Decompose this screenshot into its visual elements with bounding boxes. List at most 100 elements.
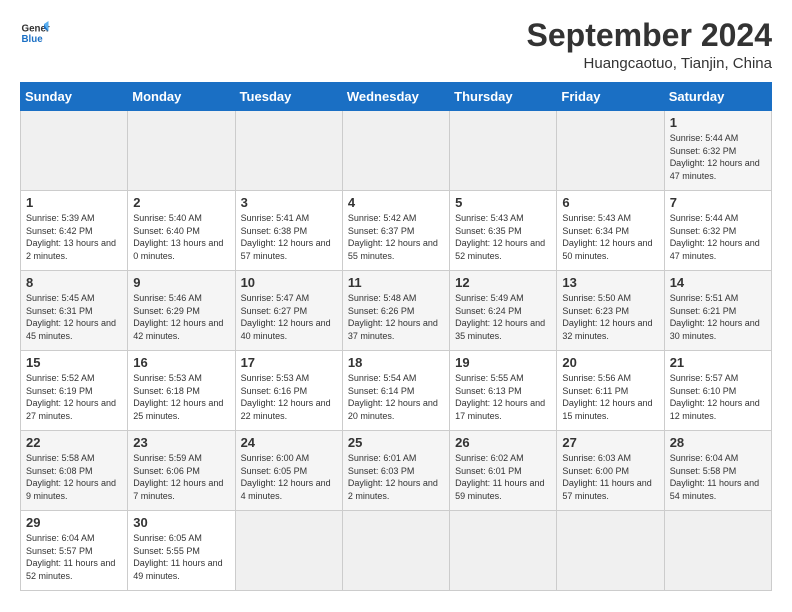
calendar-cell: 25 Sunrise: 6:01 AMSunset: 6:03 PMDaylig… <box>342 431 449 511</box>
calendar-cell: 4 Sunrise: 5:42 AMSunset: 6:37 PMDayligh… <box>342 191 449 271</box>
weekday-header: Tuesday <box>235 83 342 111</box>
day-info: Sunrise: 6:05 AMSunset: 5:55 PMDaylight:… <box>133 532 229 582</box>
day-info: Sunrise: 5:45 AMSunset: 6:31 PMDaylight:… <box>26 292 122 342</box>
day-number: 17 <box>241 355 337 370</box>
calendar-cell: 9 Sunrise: 5:46 AMSunset: 6:29 PMDayligh… <box>128 271 235 351</box>
calendar-cell: 30 Sunrise: 6:05 AMSunset: 5:55 PMDaylig… <box>128 511 235 591</box>
day-number: 7 <box>670 195 766 210</box>
day-info: Sunrise: 5:41 AMSunset: 6:38 PMDaylight:… <box>241 212 337 262</box>
calendar-cell <box>450 111 557 191</box>
calendar-week-row: 15 Sunrise: 5:52 AMSunset: 6:19 PMDaylig… <box>21 351 772 431</box>
calendar-table: SundayMondayTuesdayWednesdayThursdayFrid… <box>20 82 772 591</box>
header-row: SundayMondayTuesdayWednesdayThursdayFrid… <box>21 83 772 111</box>
page: General Blue September 2024 Huangcaotuo,… <box>0 0 792 612</box>
day-info: Sunrise: 6:03 AMSunset: 6:00 PMDaylight:… <box>562 452 658 502</box>
calendar-cell <box>128 111 235 191</box>
day-number: 15 <box>26 355 122 370</box>
day-info: Sunrise: 5:57 AMSunset: 6:10 PMDaylight:… <box>670 372 766 422</box>
calendar-cell: 3 Sunrise: 5:41 AMSunset: 6:38 PMDayligh… <box>235 191 342 271</box>
day-info: Sunrise: 5:51 AMSunset: 6:21 PMDaylight:… <box>670 292 766 342</box>
day-number: 29 <box>26 515 122 530</box>
calendar-cell: 16 Sunrise: 5:53 AMSunset: 6:18 PMDaylig… <box>128 351 235 431</box>
day-number: 18 <box>348 355 444 370</box>
day-number: 1 <box>670 115 766 130</box>
day-number: 13 <box>562 275 658 290</box>
day-number: 25 <box>348 435 444 450</box>
calendar-cell: 6 Sunrise: 5:43 AMSunset: 6:34 PMDayligh… <box>557 191 664 271</box>
day-number: 22 <box>26 435 122 450</box>
day-info: Sunrise: 6:04 AMSunset: 5:57 PMDaylight:… <box>26 532 122 582</box>
day-info: Sunrise: 5:42 AMSunset: 6:37 PMDaylight:… <box>348 212 444 262</box>
day-number: 23 <box>133 435 229 450</box>
calendar-cell: 20 Sunrise: 5:56 AMSunset: 6:11 PMDaylig… <box>557 351 664 431</box>
day-info: Sunrise: 5:39 AMSunset: 6:42 PMDaylight:… <box>26 212 122 262</box>
calendar-week-row: 22 Sunrise: 5:58 AMSunset: 6:08 PMDaylig… <box>21 431 772 511</box>
day-info: Sunrise: 5:44 AMSunset: 6:32 PMDaylight:… <box>670 132 766 182</box>
weekday-header: Thursday <box>450 83 557 111</box>
calendar-cell: 14 Sunrise: 5:51 AMSunset: 6:21 PMDaylig… <box>664 271 771 351</box>
calendar-week-row: 1 Sunrise: 5:39 AMSunset: 6:42 PMDayligh… <box>21 191 772 271</box>
day-info: Sunrise: 5:43 AMSunset: 6:34 PMDaylight:… <box>562 212 658 262</box>
day-number: 10 <box>241 275 337 290</box>
calendar-cell: 15 Sunrise: 5:52 AMSunset: 6:19 PMDaylig… <box>21 351 128 431</box>
calendar-cell: 8 Sunrise: 5:45 AMSunset: 6:31 PMDayligh… <box>21 271 128 351</box>
day-info: Sunrise: 5:54 AMSunset: 6:14 PMDaylight:… <box>348 372 444 422</box>
day-number: 2 <box>133 195 229 210</box>
day-number: 4 <box>348 195 444 210</box>
calendar-cell: 2 Sunrise: 5:40 AMSunset: 6:40 PMDayligh… <box>128 191 235 271</box>
weekday-header: Friday <box>557 83 664 111</box>
calendar-cell: 17 Sunrise: 5:53 AMSunset: 6:16 PMDaylig… <box>235 351 342 431</box>
day-info: Sunrise: 5:48 AMSunset: 6:26 PMDaylight:… <box>348 292 444 342</box>
day-info: Sunrise: 5:52 AMSunset: 6:19 PMDaylight:… <box>26 372 122 422</box>
calendar-cell <box>342 511 449 591</box>
calendar-cell: 22 Sunrise: 5:58 AMSunset: 6:08 PMDaylig… <box>21 431 128 511</box>
day-info: Sunrise: 5:50 AMSunset: 6:23 PMDaylight:… <box>562 292 658 342</box>
day-info: Sunrise: 6:01 AMSunset: 6:03 PMDaylight:… <box>348 452 444 502</box>
day-info: Sunrise: 5:53 AMSunset: 6:16 PMDaylight:… <box>241 372 337 422</box>
calendar-cell: 26 Sunrise: 6:02 AMSunset: 6:01 PMDaylig… <box>450 431 557 511</box>
logo-icon: General Blue <box>20 18 50 48</box>
calendar-cell <box>664 511 771 591</box>
calendar-cell <box>450 511 557 591</box>
day-number: 19 <box>455 355 551 370</box>
day-number: 30 <box>133 515 229 530</box>
day-info: Sunrise: 5:43 AMSunset: 6:35 PMDaylight:… <box>455 212 551 262</box>
calendar-cell: 21 Sunrise: 5:57 AMSunset: 6:10 PMDaylig… <box>664 351 771 431</box>
day-info: Sunrise: 6:04 AMSunset: 5:58 PMDaylight:… <box>670 452 766 502</box>
calendar-week-row: 8 Sunrise: 5:45 AMSunset: 6:31 PMDayligh… <box>21 271 772 351</box>
calendar-cell: 28 Sunrise: 6:04 AMSunset: 5:58 PMDaylig… <box>664 431 771 511</box>
day-info: Sunrise: 5:53 AMSunset: 6:18 PMDaylight:… <box>133 372 229 422</box>
day-number: 16 <box>133 355 229 370</box>
calendar-week-row: 29 Sunrise: 6:04 AMSunset: 5:57 PMDaylig… <box>21 511 772 591</box>
weekday-header: Monday <box>128 83 235 111</box>
day-number: 20 <box>562 355 658 370</box>
day-number: 12 <box>455 275 551 290</box>
day-info: Sunrise: 5:46 AMSunset: 6:29 PMDaylight:… <box>133 292 229 342</box>
day-info: Sunrise: 6:00 AMSunset: 6:05 PMDaylight:… <box>241 452 337 502</box>
day-number: 1 <box>26 195 122 210</box>
day-info: Sunrise: 5:47 AMSunset: 6:27 PMDaylight:… <box>241 292 337 342</box>
calendar-cell: 29 Sunrise: 6:04 AMSunset: 5:57 PMDaylig… <box>21 511 128 591</box>
calendar-cell <box>557 111 664 191</box>
calendar-cell: 1 Sunrise: 5:39 AMSunset: 6:42 PMDayligh… <box>21 191 128 271</box>
day-number: 3 <box>241 195 337 210</box>
calendar-cell: 1 Sunrise: 5:44 AMSunset: 6:32 PMDayligh… <box>664 111 771 191</box>
weekday-header: Wednesday <box>342 83 449 111</box>
day-number: 9 <box>133 275 229 290</box>
day-info: Sunrise: 5:55 AMSunset: 6:13 PMDaylight:… <box>455 372 551 422</box>
calendar-cell <box>342 111 449 191</box>
svg-text:Blue: Blue <box>22 34 44 45</box>
calendar-cell: 19 Sunrise: 5:55 AMSunset: 6:13 PMDaylig… <box>450 351 557 431</box>
calendar-cell: 12 Sunrise: 5:49 AMSunset: 6:24 PMDaylig… <box>450 271 557 351</box>
day-number: 14 <box>670 275 766 290</box>
logo: General Blue <box>20 18 50 48</box>
day-number: 27 <box>562 435 658 450</box>
day-number: 11 <box>348 275 444 290</box>
day-info: Sunrise: 5:56 AMSunset: 6:11 PMDaylight:… <box>562 372 658 422</box>
calendar-cell: 18 Sunrise: 5:54 AMSunset: 6:14 PMDaylig… <box>342 351 449 431</box>
calendar-cell: 5 Sunrise: 5:43 AMSunset: 6:35 PMDayligh… <box>450 191 557 271</box>
day-number: 26 <box>455 435 551 450</box>
calendar-cell: 7 Sunrise: 5:44 AMSunset: 6:32 PMDayligh… <box>664 191 771 271</box>
weekday-header: Sunday <box>21 83 128 111</box>
day-number: 5 <box>455 195 551 210</box>
